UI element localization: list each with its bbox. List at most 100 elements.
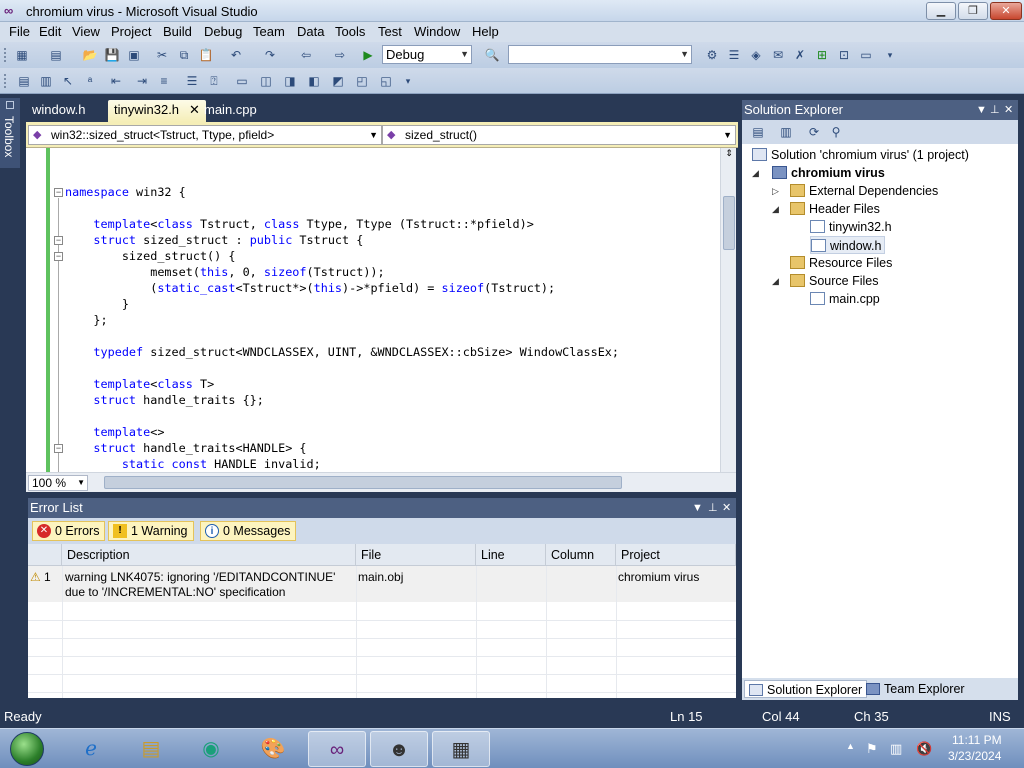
- navigate-backward-icon[interactable]: ⇦: [298, 47, 314, 63]
- increase-indent-icon[interactable]: ⇥: [134, 73, 150, 89]
- redo-icon[interactable]: ↷: [262, 47, 278, 63]
- tree-header-files[interactable]: Header Files: [790, 200, 880, 218]
- next-bookmark-icon[interactable]: ◨: [282, 73, 298, 89]
- menu-build[interactable]: Build: [162, 24, 193, 40]
- tree-file-window[interactable]: window.h: [810, 236, 886, 254]
- decrease-indent-icon[interactable]: ⇤: [108, 73, 124, 89]
- menu-tools[interactable]: Tools: [334, 24, 366, 40]
- collapse-icon[interactable]: −: [54, 188, 63, 197]
- start-page-icon[interactable]: ⊞: [814, 47, 830, 63]
- tab-team-explorer[interactable]: Team Explorer: [862, 680, 969, 698]
- messages-filter-button[interactable]: i 0 Messages: [200, 521, 297, 541]
- collapse-icon[interactable]: −: [54, 252, 63, 261]
- horizontal-scroll-thumb[interactable]: [104, 476, 622, 489]
- toolbox-toggle-icon[interactable]: ✉: [770, 47, 786, 63]
- tree-resource-files[interactable]: Resource Files: [790, 254, 892, 272]
- zoom-dropdown[interactable]: 100 % ▼: [28, 475, 88, 491]
- column-header-description[interactable]: Description: [62, 544, 356, 566]
- start-debugging-icon[interactable]: ▶: [360, 47, 376, 63]
- toolbar-overflow-icon[interactable]: ▾: [400, 73, 416, 89]
- paint-icon[interactable]: 🎨: [244, 731, 302, 767]
- extension-manager-icon[interactable]: ⊡: [836, 47, 852, 63]
- spy-app-taskbar-icon[interactable]: ☻: [370, 731, 428, 767]
- tree-project[interactable]: chromium virus: [772, 164, 885, 182]
- properties-icon[interactable]: ▤: [750, 124, 766, 140]
- menu-help[interactable]: Help: [471, 24, 500, 40]
- toggle-bookmark-icon[interactable]: ⍰: [206, 73, 222, 89]
- copy-icon[interactable]: ⧉: [176, 47, 192, 63]
- start-button[interactable]: [4, 729, 50, 768]
- visual-studio-taskbar-icon[interactable]: ∞: [308, 731, 366, 767]
- menu-file[interactable]: File: [8, 24, 31, 40]
- quick-info-icon[interactable]: ↖: [60, 73, 76, 89]
- collapse-arrow-icon[interactable]: ◢: [772, 200, 779, 218]
- collapse-arrow-icon[interactable]: ◢: [772, 272, 779, 290]
- clock-date[interactable]: 3/23/2024: [948, 749, 1001, 763]
- previous-bookmark-folder-icon[interactable]: ◧: [306, 73, 322, 89]
- column-header-column[interactable]: Column: [546, 544, 616, 566]
- properties-icon[interactable]: ☰: [726, 47, 742, 63]
- undo-icon[interactable]: ↶: [228, 47, 244, 63]
- menu-window[interactable]: Window: [413, 24, 461, 40]
- media-player-icon[interactable]: ◉: [182, 731, 240, 767]
- show-hidden-icons-icon[interactable]: ▲: [846, 741, 855, 751]
- parameter-info-icon[interactable]: ▥: [38, 73, 54, 89]
- window-position-icon[interactable]: ▼: [692, 498, 703, 518]
- find-in-files-icon[interactable]: 🔍: [484, 47, 500, 63]
- column-header-file[interactable]: File: [356, 544, 476, 566]
- tab-window-h[interactable]: window.h: [26, 100, 91, 122]
- tree-external-dependencies[interactable]: External Dependencies: [790, 182, 938, 200]
- tree-file-tinywin32[interactable]: tinywin32.h: [810, 218, 892, 236]
- file-explorer-icon[interactable]: ▤: [122, 731, 180, 767]
- editor-vertical-scrollbar[interactable]: ⇕: [720, 148, 736, 472]
- column-header-index[interactable]: [28, 544, 62, 566]
- tools-icon[interactable]: ✗: [792, 47, 808, 63]
- solution-configuration-dropdown[interactable]: Debug ▼: [382, 45, 472, 64]
- maximize-button[interactable]: ❐: [958, 2, 988, 20]
- paste-icon[interactable]: 📋: [198, 47, 214, 63]
- menu-team[interactable]: Team: [252, 24, 286, 40]
- close-icon[interactable]: ✕: [722, 498, 731, 518]
- find-combo-input[interactable]: ▼: [508, 45, 692, 64]
- complete-word-icon[interactable]: ᵃ: [82, 73, 98, 89]
- split-handle-icon[interactable]: ⇕: [723, 148, 735, 162]
- refresh-icon[interactable]: ⟳: [806, 124, 822, 140]
- volume-muted-icon[interactable]: 🔇: [916, 741, 932, 757]
- menu-edit[interactable]: Edit: [38, 24, 62, 40]
- tab-tinywin32-h[interactable]: tinywin32.h ✕: [108, 100, 206, 122]
- pin-icon[interactable]: ⊥: [708, 498, 718, 518]
- collapse-icon[interactable]: −: [54, 236, 63, 245]
- toolbox-tab[interactable]: Toolbox: [0, 98, 20, 168]
- tree-file-main[interactable]: main.cpp: [810, 290, 880, 308]
- add-item-icon[interactable]: ▤: [48, 47, 64, 63]
- new-project-icon[interactable]: ▦: [14, 47, 30, 63]
- menu-data[interactable]: Data: [296, 24, 325, 40]
- display-object-member-list-icon[interactable]: ▤: [16, 73, 32, 89]
- save-all-icon[interactable]: ▣: [126, 47, 142, 63]
- cut-icon[interactable]: ✂: [154, 47, 170, 63]
- class-view-icon[interactable]: ⚲: [828, 124, 844, 140]
- warnings-filter-button[interactable]: ! 1 Warning: [108, 521, 194, 541]
- errors-filter-button[interactable]: ✕ 0 Errors: [32, 521, 106, 541]
- menu-debug[interactable]: Debug: [203, 24, 243, 40]
- member-dropdown[interactable]: ◆ sized_struct() ▼: [382, 125, 736, 145]
- close-icon[interactable]: ✕: [1004, 100, 1013, 120]
- next-bookmark-folder-icon[interactable]: ◩: [330, 73, 346, 89]
- open-file-icon[interactable]: 📂: [82, 47, 98, 63]
- tab-main-cpp[interactable]: main.cpp: [198, 100, 263, 122]
- object-browser-icon[interactable]: ◈: [748, 47, 764, 63]
- column-header-line[interactable]: Line: [476, 544, 546, 566]
- previous-bookmark-document-icon[interactable]: ◰: [354, 73, 370, 89]
- calculator-taskbar-icon[interactable]: ▦: [432, 731, 490, 767]
- previous-bookmark-icon[interactable]: ◫: [258, 73, 274, 89]
- window-position-icon[interactable]: ▼: [976, 100, 987, 120]
- collapse-arrow-icon[interactable]: ◢: [752, 164, 759, 182]
- close-button[interactable]: ✕: [990, 2, 1022, 20]
- solution-explorer-icon[interactable]: ⚙: [704, 47, 720, 63]
- internet-explorer-icon[interactable]: ℯ: [62, 731, 120, 767]
- tree-source-files[interactable]: Source Files: [790, 272, 878, 290]
- scope-dropdown[interactable]: ◆ win32::sized_struct<Tstruct, Ttype, pf…: [28, 125, 382, 145]
- expand-arrow-icon[interactable]: ▷: [772, 182, 779, 200]
- command-window-icon[interactable]: ▭: [858, 47, 874, 63]
- collapse-icon[interactable]: −: [54, 444, 63, 453]
